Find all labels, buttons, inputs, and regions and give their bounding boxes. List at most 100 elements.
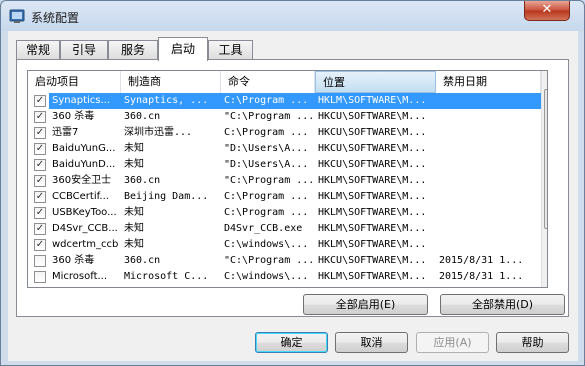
table-cell-location: HKCU\SOFTWARE\M... [318,111,427,122]
enable-checkbox[interactable]: ✓ [34,191,46,203]
table-cell-item: wdcertm_ccb [52,239,119,250]
table-cell-command: "D:\Users\A... [224,143,309,154]
table-cell-command: C:\windows\... [224,271,309,282]
table-cell-maker: 未知 [124,239,144,250]
startup-items-list[interactable]: 启动项目 制造商 命令 位置 禁用日期 ✓ Synaptics... Synapti… [27,70,548,288]
table-row[interactable]: ✓ BaiduYunG... 未知 "D:\Users\A... HKCU\SOFTWA… [28,141,547,157]
enable-checkbox[interactable]: ✓ [34,207,46,219]
table-cell-command: "C:\Program ... [224,175,315,186]
tab-services[interactable]: 服务 [108,40,158,60]
column-header-startup-item[interactable]: 启动项目 [28,71,121,93]
window-title: 系统配置 [31,11,80,25]
list-header: 启动项目 制造商 命令 位置 禁用日期 [28,71,547,93]
table-cell-maker: Synaptics, ... [121,93,221,109]
table-cell-item: USBKeyToo... [52,207,117,218]
table-cell-date [436,141,541,157]
scroll-down-icon[interactable]: ▼ [543,270,547,286]
table-row[interactable]: ✓ 360 杀毒 360.cn "C:\Program ... HKCU\SOFTWAR… [28,109,547,125]
enable-checkbox[interactable]: ✓ [34,159,46,171]
title-bar: 系统配置 ✕ [1,1,584,31]
scrollbar-thumb[interactable] [544,89,547,229]
column-header-command[interactable]: 命令 [221,71,315,93]
close-icon: ✕ [541,2,553,17]
tab-startup[interactable]: 启动 [158,37,208,61]
table-cell-maker: 360.cn [124,111,161,122]
enable-checkbox[interactable]: ✓ [34,223,46,235]
table-cell-item: BaiduYunG... [52,143,116,154]
help-button[interactable]: 帮助 [496,332,569,353]
enable-checkbox[interactable] [34,255,46,267]
table-cell-maker: 深圳市迅雷... [124,127,193,138]
tab-general[interactable]: 常规 [16,40,60,60]
table-cell-command: C:\Program ... [224,207,309,218]
table-row[interactable]: ✓ 迅雷7 深圳市迅雷... C:\Program ... HKCU\SOFTWARE\… [28,125,547,141]
enable-checkbox[interactable]: ✓ [34,95,46,107]
table-row[interactable]: ✓ wdcertm_ccb 未知 C:\windows\... HKLM\SOFTWAR… [28,237,547,253]
table-cell-date [436,237,541,253]
table-row[interactable]: ✓ USBKeyToo... 未知 C:\Program ... HKLM\SOFTWA… [28,205,547,221]
table-cell-date [436,189,541,205]
table-cell-command: D4Svr_CCB.exe [224,223,303,234]
table-cell-date [436,221,541,237]
table-cell-location: HKLM\SOFTWARE\M... [318,207,427,218]
dialog-client-area: 常规 引导 服务 启动 工具 启动项目 制造商 命令 位置 禁用日期 ✓ Syna… [8,31,578,361]
table-cell-maker: Microsoft C... [124,271,209,282]
table-row[interactable]: ✓ Synaptics... Synaptics, ... C:\Program ..… [28,93,547,109]
table-cell-command: C:\Program ... [224,127,309,138]
table-cell-item: Microsoft... [52,271,108,282]
tab-tools[interactable]: 工具 [208,40,253,60]
table-row[interactable]: ✓ CCBCertif... Beijing Dam... C:\Program ..… [28,189,547,205]
startup-tab-panel: 启动项目 制造商 命令 位置 禁用日期 ✓ Synaptics... Synapti… [16,59,569,317]
table-cell-date [436,93,541,109]
table-cell-location: HKLM\SOFTWARE\M... [318,223,427,234]
apply-button[interactable]: 应用(A) [416,332,489,353]
table-row[interactable]: ✓ 360安全卫士 360.cn "C:\Program ... HKLM\SOFTWA… [28,173,547,189]
table-row[interactable]: Microsoft... Microsoft C... C:\windows\...… [28,269,547,285]
ok-button[interactable]: 确定 [255,332,328,353]
table-cell-item: BaiduYunD... [52,159,116,170]
table-cell-date: 2015/8/31 1... [439,271,524,282]
table-cell-location: HKLM\SOFTWARE\M... [318,239,427,250]
table-cell-maker: Beijing Dam... [124,191,209,202]
table-cell-item: D4Svr_CCB... [52,223,118,234]
table-cell-item: 360安全卫士 [52,175,112,186]
table-cell-location: HKCU\SOFTWARE\M... [318,159,427,170]
disable-all-button[interactable]: 全部禁用(D) [440,294,565,315]
table-cell-item: 360 杀毒 [52,111,95,122]
scroll-up-icon[interactable]: ▲ [543,71,547,87]
table-cell-location: HKLM\SOFTWARE\M... [315,93,436,109]
enable-checkbox[interactable]: ✓ [34,127,46,139]
enable-checkbox[interactable]: ✓ [34,175,46,187]
table-cell-command: "C:\Program ... [224,255,315,266]
table-cell-location: HKCU\SOFTWARE\M... [318,255,427,266]
table-cell-location: HKLM\SOFTWARE\M... [318,175,427,186]
column-header-date-disabled[interactable]: 禁用日期 [436,71,541,93]
table-row[interactable]: 360 杀毒 360.cn "C:\Program ... HKCU\SOFTWARE… [28,253,547,269]
tab-boot[interactable]: 引导 [60,40,108,60]
enable-checkbox[interactable] [34,271,46,283]
enable-checkbox[interactable]: ✓ [34,143,46,155]
table-cell-location: HKLM\SOFTWARE\M... [318,271,427,282]
cancel-button[interactable]: 取消 [335,332,408,353]
table-cell-date [436,173,541,189]
enable-checkbox[interactable]: ✓ [34,239,46,251]
table-cell-maker: 360.cn [124,255,161,266]
table-cell-maker: 未知 [124,159,144,170]
table-cell-item: CCBCertif... [52,191,109,202]
table-cell-item: 迅雷7 [52,127,79,138]
column-header-manufacturer[interactable]: 制造商 [121,71,221,93]
enable-all-button[interactable]: 全部启用(E) [303,294,428,315]
column-header-location[interactable]: 位置 [315,71,436,93]
table-cell-command: C:\windows\... [224,239,309,250]
vertical-scrollbar[interactable]: ▲ ▼ [541,71,547,287]
table-row[interactable]: ✓ BaiduYunD... 未知 "D:\Users\A... HKCU\SOFTWA… [28,157,547,173]
table-cell-location: HKCU\SOFTWARE\M... [318,127,427,138]
table-cell-date [436,125,541,141]
table-cell-item: 360 杀毒 [52,255,95,266]
system-config-window: 系统配置 ✕ 常规 引导 服务 启动 工具 启动项目 制造商 命令 位置 禁用日… [0,0,585,366]
enable-checkbox[interactable]: ✓ [34,111,46,123]
table-row[interactable]: ✓ D4Svr_CCB... 未知 D4Svr_CCB.exe HKLM\SOFTWAR… [28,221,547,237]
table-cell-location: HKLM\SOFTWARE\M... [318,191,427,202]
table-cell-maker: 未知 [124,207,144,218]
close-button[interactable]: ✕ [524,1,570,21]
